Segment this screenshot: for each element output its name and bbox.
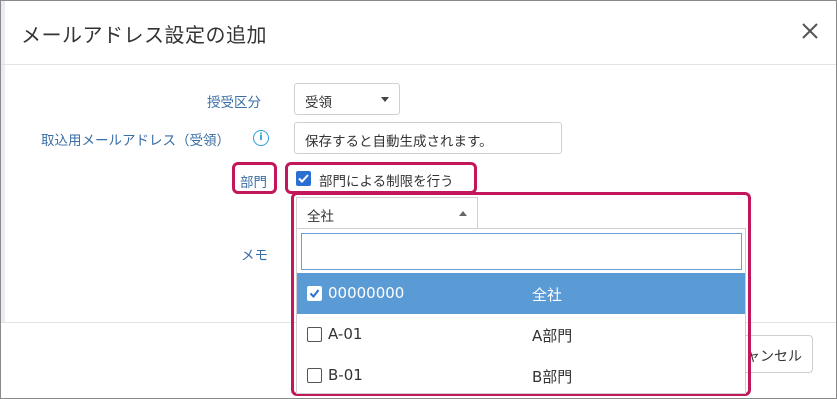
- modal-window: メールアドレス設定の追加 ャンセル 授受区分 受領 取込用メールアドレス（受領）…: [0, 0, 837, 399]
- dropdown-option[interactable]: 00000000 全社: [297, 273, 745, 314]
- dropdown-option[interactable]: B-01 B部門: [297, 355, 745, 396]
- modal-header: メールアドレス設定の追加: [1, 1, 836, 65]
- bumon-restrict-checkbox[interactable]: [296, 171, 311, 186]
- address-field[interactable]: 保存すると自動生成されます。: [294, 122, 562, 154]
- option-name: 全社: [532, 286, 563, 304]
- dropdown-search-input[interactable]: [301, 233, 742, 270]
- bumon-dropdown-panel: 00000000 全社 A-01 A部門 B-01 B部門: [296, 228, 746, 394]
- kubun-select[interactable]: 受領: [294, 83, 400, 115]
- bumon-select[interactable]: 全社: [296, 197, 478, 229]
- dropdown-option[interactable]: A-01 A部門: [297, 314, 745, 355]
- info-icon[interactable]: i: [253, 130, 269, 146]
- kubun-label: 授受区分: [207, 95, 261, 111]
- close-icon[interactable]: [798, 19, 822, 43]
- kubun-select-value: 受領: [305, 95, 332, 111]
- option-code: A-01: [328, 325, 363, 343]
- caret-down-icon: [381, 97, 389, 102]
- option-checkbox[interactable]: [307, 327, 322, 342]
- option-name: B部門: [532, 368, 573, 386]
- bumon-select-value: 全社: [307, 209, 334, 225]
- memo-label: メモ: [241, 248, 268, 264]
- option-name: A部門: [532, 327, 573, 345]
- option-checkbox[interactable]: [307, 286, 322, 301]
- bumon-restrict-label[interactable]: 部門による制限を行う: [319, 170, 454, 190]
- caret-up-icon: [459, 211, 467, 216]
- option-checkbox[interactable]: [307, 368, 322, 383]
- option-code: B-01: [328, 366, 363, 384]
- option-code: 00000000: [328, 284, 405, 302]
- address-label: 取込用メールアドレス（受領）: [41, 133, 230, 149]
- modal-title: メールアドレス設定の追加: [21, 23, 267, 47]
- bumon-label: 部門: [240, 175, 267, 191]
